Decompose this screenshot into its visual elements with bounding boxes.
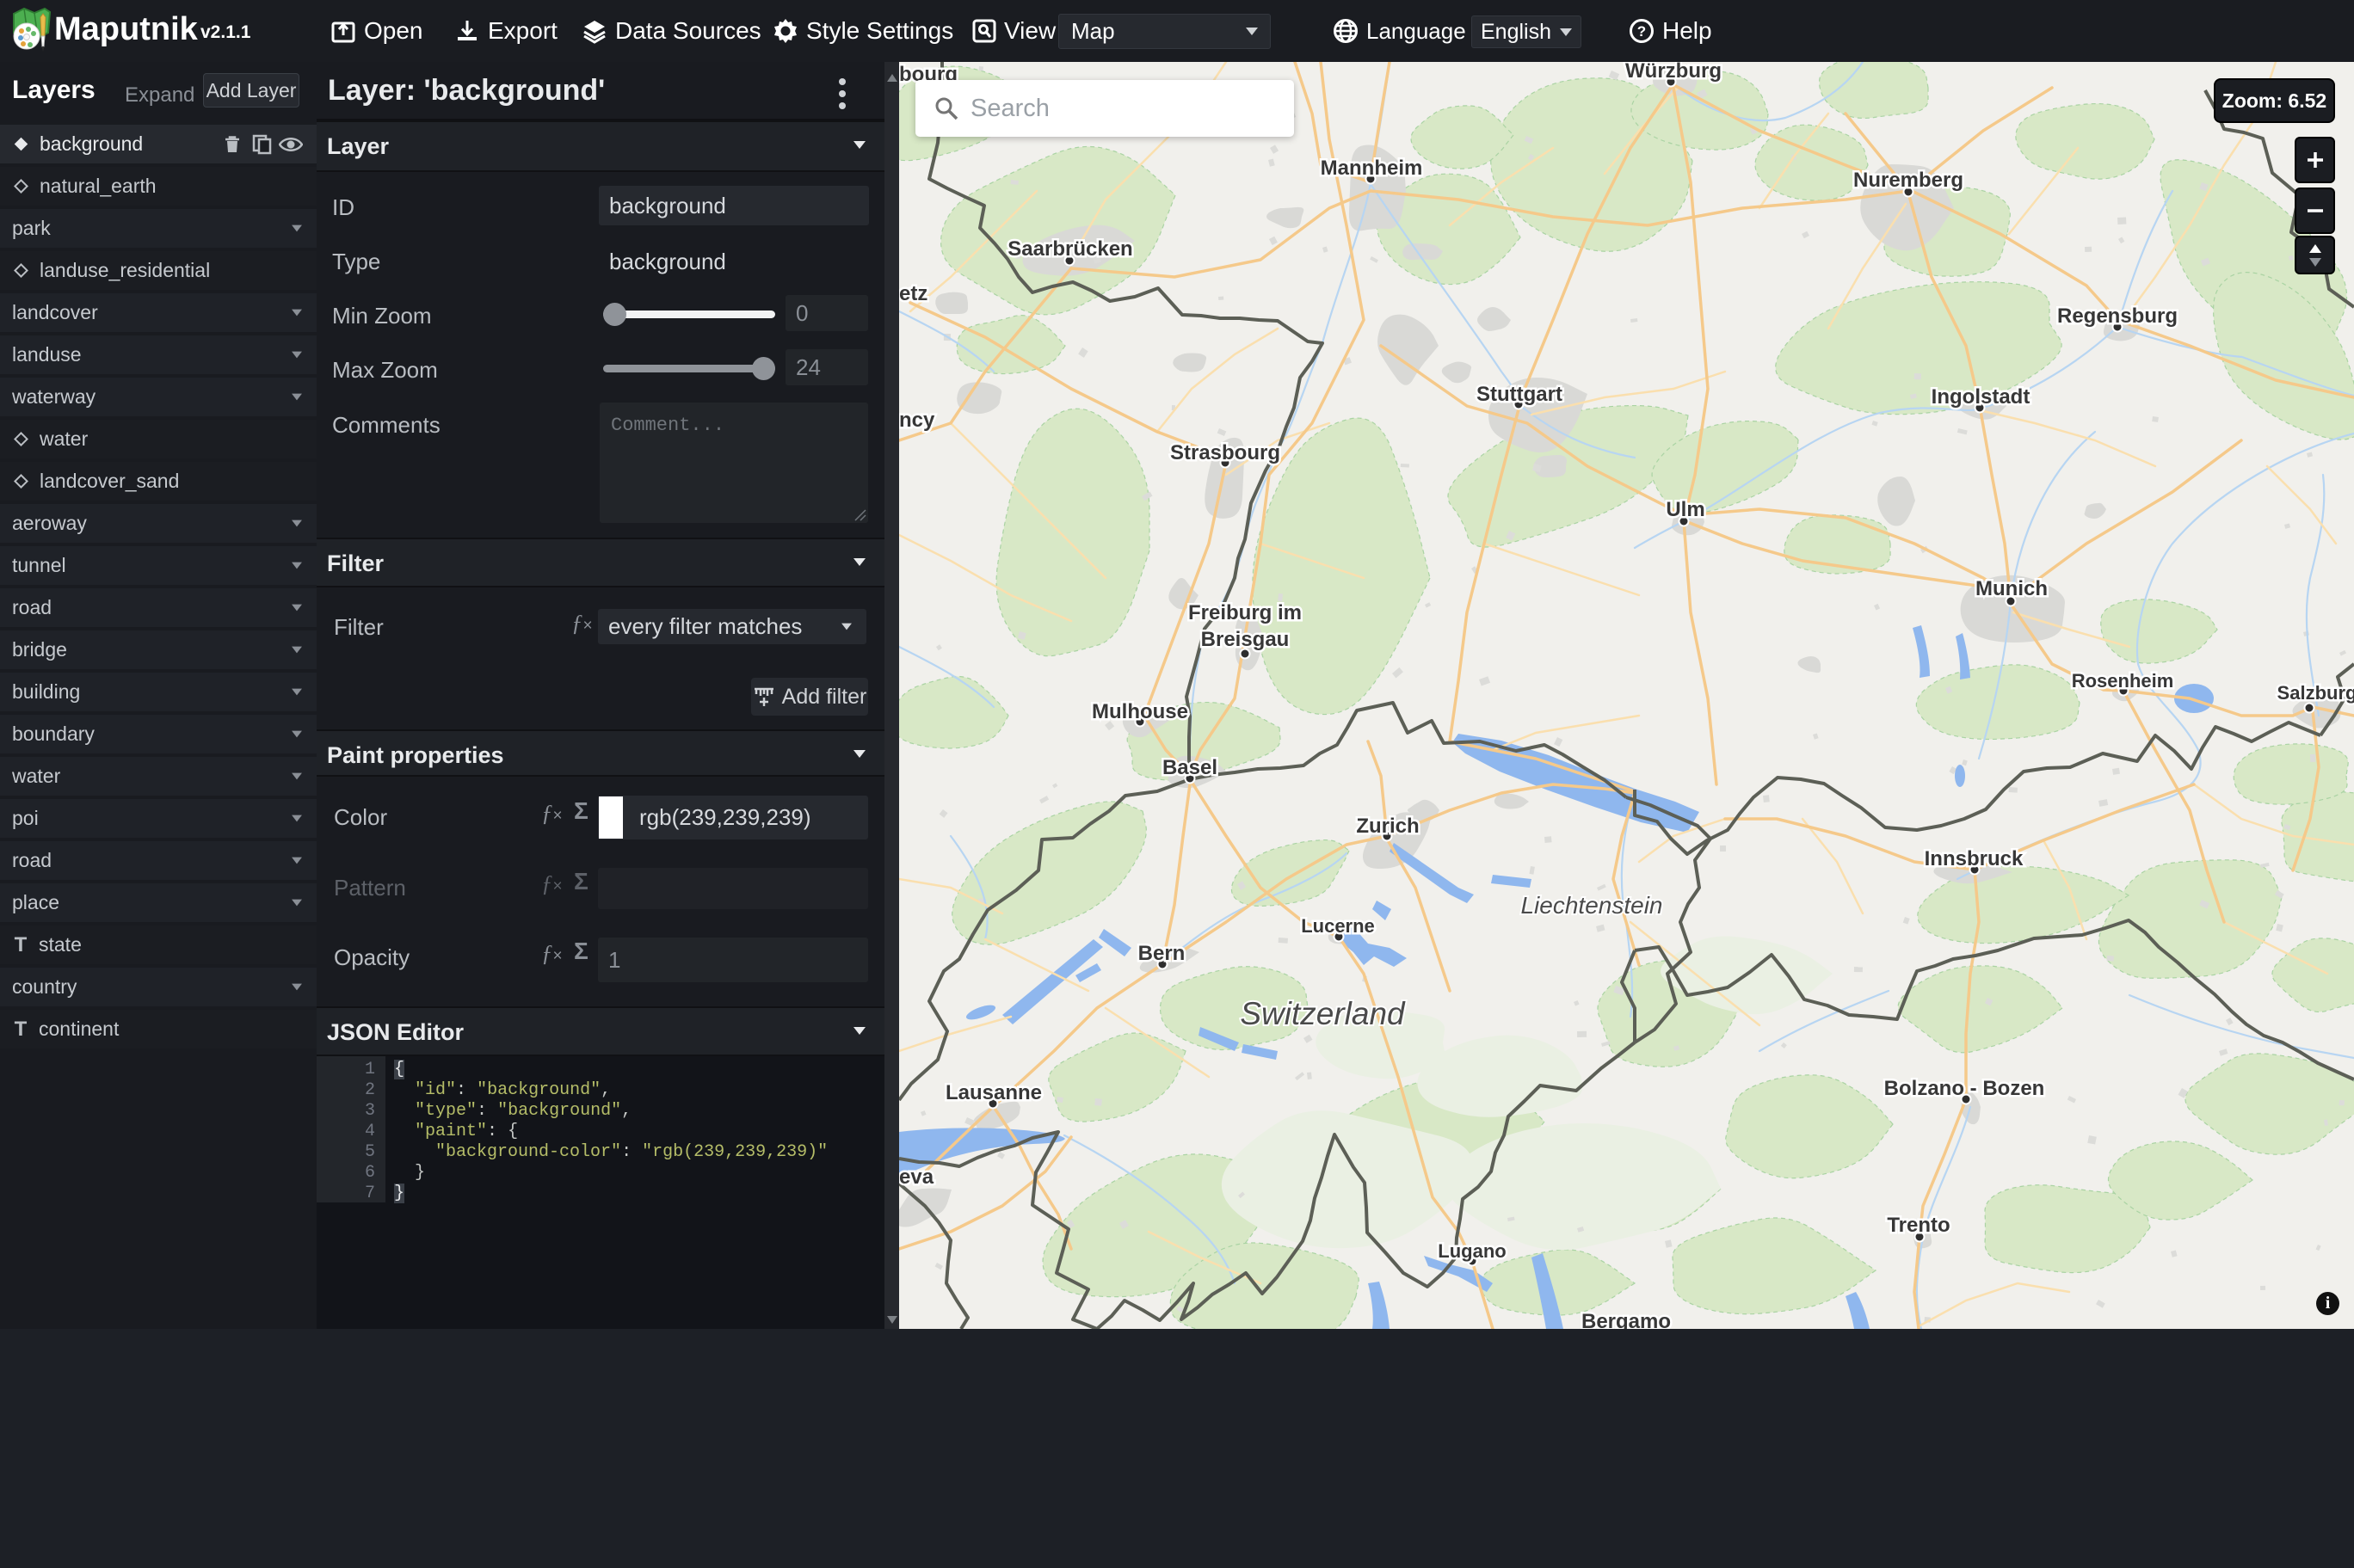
svg-text:Stuttgart: Stuttgart bbox=[1476, 383, 1562, 406]
svg-text:Liechtenstein: Liechtenstein bbox=[1520, 892, 1662, 919]
svg-text:Würzburg: Würzburg bbox=[1625, 62, 1722, 83]
svg-text:Bergamo: Bergamo bbox=[1581, 1310, 1671, 1329]
svg-text:?: ? bbox=[1637, 23, 1646, 40]
svg-text:Bolzano - Bozen: Bolzano - Bozen bbox=[1884, 1077, 2045, 1100]
svg-text:Trento: Trento bbox=[1887, 1214, 1950, 1237]
svg-text:Basel: Basel bbox=[1162, 756, 1217, 779]
svg-text:Breisgau: Breisgau bbox=[1201, 628, 1290, 651]
svg-text:Ulm: Ulm bbox=[1666, 498, 1704, 521]
svg-text:etz: etz bbox=[899, 282, 927, 305]
svg-text:Nuremberg: Nuremberg bbox=[1853, 169, 1963, 192]
svg-text:Innsbruck: Innsbruck bbox=[1925, 847, 2024, 870]
svg-text:Bern: Bern bbox=[1138, 942, 1186, 965]
svg-text:Saarbrücken: Saarbrücken bbox=[1008, 237, 1132, 261]
svg-text:Ingolstadt: Ingolstadt bbox=[1932, 385, 2030, 409]
svg-text:Switzerland: Switzerland bbox=[1240, 996, 1406, 1031]
svg-text:Lucerne: Lucerne bbox=[1301, 915, 1375, 937]
svg-text:Munich: Munich bbox=[1975, 577, 2048, 600]
svg-text:Lugano: Lugano bbox=[1438, 1240, 1506, 1262]
svg-text:Freiburg im: Freiburg im bbox=[1188, 601, 1302, 624]
svg-text:Strasbourg: Strasbourg bbox=[1170, 441, 1280, 464]
svg-text:Regensburg: Regensburg bbox=[2057, 304, 2178, 328]
svg-text:Salzburg: Salzburg bbox=[2277, 682, 2354, 704]
svg-text:Lausanne: Lausanne bbox=[946, 1081, 1042, 1104]
svg-text:eva: eva bbox=[899, 1165, 934, 1189]
svg-text:Mulhouse: Mulhouse bbox=[1092, 700, 1188, 723]
svg-text:Mannheim: Mannheim bbox=[1321, 157, 1423, 180]
svg-text:Zurich: Zurich bbox=[1356, 815, 1419, 838]
svg-text:ncy: ncy bbox=[899, 409, 935, 432]
svg-text:Rosenheim: Rosenheim bbox=[2072, 670, 2174, 692]
